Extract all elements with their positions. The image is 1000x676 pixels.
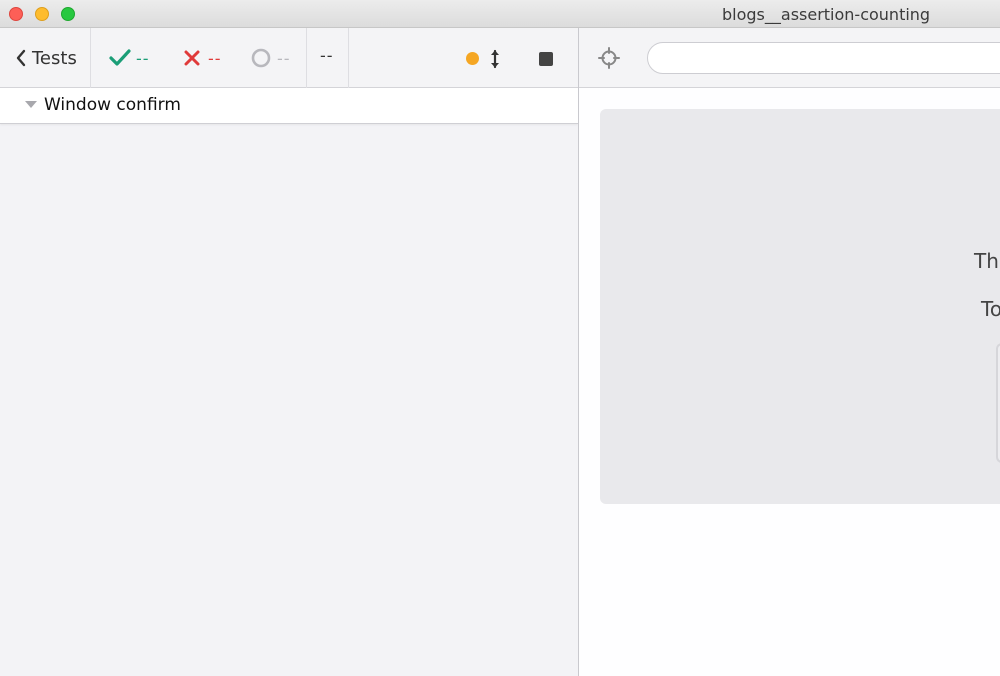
app-text: To [981,297,1000,321]
zoom-window-button[interactable] [61,7,75,21]
tests-list: Window confirm [0,88,578,676]
app-preview-pane: Th To [579,28,1000,676]
pending-count: -- [277,48,291,68]
app-toolbar [579,28,1000,88]
app-button[interactable] [996,343,1000,463]
checkmark-icon [108,46,132,70]
toolbar-divider [348,28,349,88]
back-to-tests-button[interactable]: Tests [12,46,77,70]
vertical-arrows-icon[interactable] [487,48,503,70]
x-icon [180,46,204,70]
app-text: Th [974,249,999,273]
stop-square-icon[interactable] [539,52,553,66]
pending-stat[interactable]: -- [249,46,291,70]
reporter-pane: Tests -- -- -- -- Window confirm [0,28,578,676]
toolbar-divider [306,28,307,88]
crosshair-icon[interactable] [597,46,621,70]
url-input[interactable] [647,42,1000,74]
suite-title: Window confirm [44,95,181,115]
duration-display: -- [320,46,334,65]
caret-down-icon [25,101,37,108]
back-button-label: Tests [32,47,77,69]
minimize-window-button[interactable] [35,7,49,21]
passed-stat[interactable]: -- [108,46,150,70]
window-titlebar: blogs__assertion-counting [0,0,1000,28]
close-window-button[interactable] [9,7,23,21]
spinner-circle-icon [249,46,273,70]
toolbar-divider [90,28,91,88]
window-title: blogs__assertion-counting [722,5,931,24]
failed-stat[interactable]: -- [180,46,222,70]
failed-count: -- [208,48,222,68]
app-iframe[interactable]: Th To [600,109,1000,504]
passed-count: -- [136,48,150,68]
chevron-left-icon [12,46,30,70]
running-status-dot [466,52,479,65]
suite-row[interactable]: Window confirm [0,88,578,124]
